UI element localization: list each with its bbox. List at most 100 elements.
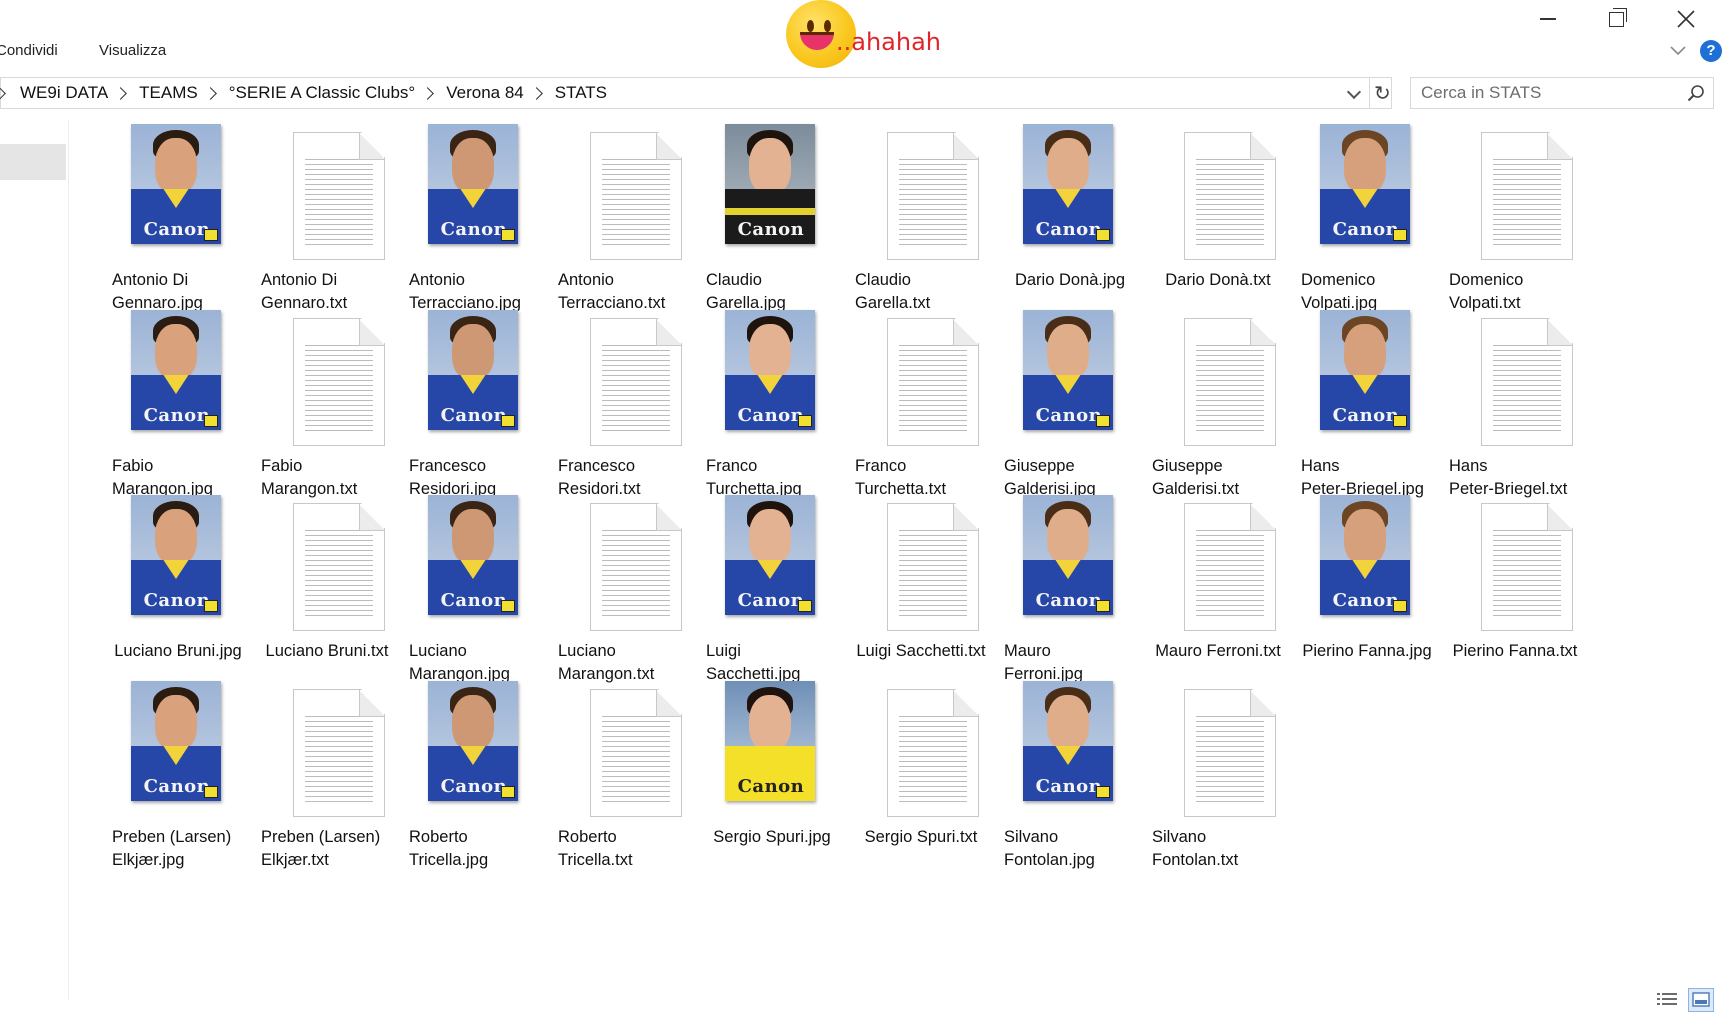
image-file-item[interactable]: Canon Francesco Residori.jpg xyxy=(393,310,557,512)
text-file-item[interactable]: Pierino Fanna.txt xyxy=(1433,499,1597,697)
text-file-item[interactable]: Luigi Sacchetti.txt xyxy=(839,499,1003,697)
chevron-right-icon[interactable] xyxy=(529,86,543,100)
chevron-right-icon[interactable] xyxy=(421,86,435,100)
chevron-down-icon[interactable] xyxy=(1668,40,1688,60)
image-file-item[interactable]: Canon Domenico Volpati.jpg xyxy=(1285,124,1449,326)
search-box[interactable] xyxy=(1410,77,1714,109)
file-thumbnail: Canon xyxy=(393,495,557,637)
breadcrumb-item[interactable]: TEAMS xyxy=(139,83,198,103)
file-name-line: Franco xyxy=(855,457,907,475)
help-icon[interactable]: ? xyxy=(1700,40,1722,62)
file-name-label: Claudio Garella.txt xyxy=(839,269,1003,315)
file-name-line: Luigi Sacchetti.txt xyxy=(856,642,986,660)
file-name-label: Antonio Terracciano.txt xyxy=(542,269,706,315)
file-thumbnail xyxy=(1136,499,1300,637)
image-file-item[interactable]: Canon Hans Peter-Briegel.jpg xyxy=(1285,310,1449,512)
text-document-icon xyxy=(590,689,682,817)
image-file-item[interactable]: Canon Giuseppe Galderisi.jpg xyxy=(988,310,1152,512)
address-bar[interactable]: WE9i DATA TEAMS °SERIE A Classic Clubs° … xyxy=(0,77,1392,109)
image-file-item[interactable]: Canon Pierino Fanna.jpg xyxy=(1285,495,1449,697)
close-button[interactable] xyxy=(1666,4,1706,34)
text-file-item[interactable]: Domenico Volpati.txt xyxy=(1433,128,1597,326)
tab-share[interactable]: Condividi xyxy=(0,42,58,59)
image-file-item[interactable]: Canon Antonio Terracciano.jpg xyxy=(393,124,557,326)
file-name-label: Antonio Terracciano.jpg xyxy=(393,269,557,315)
image-file-item[interactable]: Canon Dario Donà.jpg xyxy=(988,124,1152,326)
file-name-line: Silvano xyxy=(1004,828,1059,846)
chevron-right-icon[interactable] xyxy=(114,86,128,100)
file-thumbnail xyxy=(1433,128,1597,266)
nav-selected-item[interactable] xyxy=(0,144,66,180)
image-file-item[interactable]: Canon Preben (Larsen) Elkjær.jpg xyxy=(96,681,260,883)
image-file-item[interactable]: Canon Roberto Tricella.jpg xyxy=(393,681,557,883)
text-file-item[interactable]: Mauro Ferroni.txt xyxy=(1136,499,1300,697)
chevron-right-icon[interactable] xyxy=(203,86,217,100)
text-file-item[interactable]: Preben (Larsen) Elkjær.txt xyxy=(245,685,409,883)
tab-view[interactable]: Visualizza xyxy=(99,42,166,59)
text-file-item[interactable]: Antonio Terracciano.txt xyxy=(542,128,706,326)
minimize-button[interactable] xyxy=(1528,4,1568,34)
file-thumbnail: Canon xyxy=(690,495,854,637)
file-name-label: Dario Donà.jpg xyxy=(988,269,1152,292)
image-file-item[interactable]: Canon Luigi Sacchetti.jpg xyxy=(690,495,854,697)
text-file-item[interactable]: Luciano Marangon.txt xyxy=(542,499,706,697)
file-name-label: Pierino Fanna.txt xyxy=(1433,640,1597,663)
file-name-line: Tricella.txt xyxy=(558,851,633,869)
chevron-right-icon[interactable] xyxy=(0,86,6,100)
restore-icon xyxy=(1608,7,1627,27)
file-thumbnail xyxy=(1136,128,1300,266)
image-file-item[interactable]: Canon Silvano Fontolan.jpg xyxy=(988,681,1152,883)
text-file-item[interactable]: Silvano Fontolan.txt xyxy=(1136,685,1300,883)
text-file-item[interactable]: Sergio Spuri.txt xyxy=(839,685,1003,883)
image-file-item[interactable]: Canon Antonio Di Gennaro.jpg xyxy=(96,124,260,326)
file-name-line: Marangon.txt xyxy=(558,665,655,683)
image-file-item[interactable]: Canon Sergio Spuri.jpg xyxy=(690,681,854,883)
file-name-line: Mauro xyxy=(1004,642,1051,660)
text-file-item[interactable]: Franco Turchetta.txt xyxy=(839,314,1003,512)
player-photo-icon: Canon xyxy=(428,681,518,801)
text-file-item[interactable]: Roberto Tricella.txt xyxy=(542,685,706,883)
image-file-item[interactable]: Canon Fabio Marangon.jpg xyxy=(96,310,260,512)
image-file-item[interactable]: Canon Luciano Marangon.jpg xyxy=(393,495,557,697)
text-document-icon xyxy=(887,132,979,260)
text-file-item[interactable]: Antonio Di Gennaro.txt xyxy=(245,128,409,326)
text-file-item[interactable]: Hans Peter-Briegel.txt xyxy=(1433,314,1597,512)
file-thumbnail xyxy=(245,499,409,637)
image-file-item[interactable]: Canon Luciano Bruni.jpg xyxy=(96,495,260,697)
restore-button[interactable] xyxy=(1596,4,1636,34)
image-file-item[interactable]: Canon Claudio Garella.jpg xyxy=(690,124,854,326)
file-name-line: Claudio xyxy=(706,271,762,289)
navigation-pane[interactable] xyxy=(0,120,69,1000)
file-name-line: Fabio xyxy=(112,457,154,475)
text-file-item[interactable]: Luciano Bruni.txt xyxy=(245,499,409,697)
file-thumbnail: Canon xyxy=(690,310,854,452)
file-grid[interactable]: Canon Antonio Di Gennaro.jpg Antonio Di Genn… xyxy=(96,124,1716,958)
text-document-icon xyxy=(590,132,682,260)
file-name-line: Fontolan.txt xyxy=(1152,851,1239,869)
file-thumbnail xyxy=(245,128,409,266)
text-file-item[interactable]: Claudio Garella.txt xyxy=(839,128,1003,326)
text-file-item[interactable]: Francesco Residori.txt xyxy=(542,314,706,512)
file-name-label: Sergio Spuri.txt xyxy=(839,826,1003,849)
text-file-item[interactable]: Fabio Marangon.txt xyxy=(245,314,409,512)
breadcrumb-item[interactable]: °SERIE A Classic Clubs° xyxy=(229,83,416,103)
player-photo-icon: Canon xyxy=(1023,310,1113,430)
breadcrumb-item[interactable]: WE9i DATA xyxy=(20,83,108,103)
file-name-line: Giuseppe xyxy=(1152,457,1223,475)
file-thumbnail: Canon xyxy=(1285,124,1449,266)
breadcrumb-item[interactable]: STATS xyxy=(555,83,607,103)
text-file-item[interactable]: Dario Donà.txt xyxy=(1136,128,1300,326)
details-view-icon[interactable] xyxy=(1656,990,1678,1010)
file-thumbnail: Canon xyxy=(690,124,854,266)
file-name-line: Marangon.txt xyxy=(261,480,358,498)
large-icons-view-icon[interactable] xyxy=(1688,988,1714,1012)
image-file-item[interactable]: Canon Mauro Ferroni.jpg xyxy=(988,495,1152,697)
text-file-item[interactable]: Giuseppe Galderisi.txt xyxy=(1136,314,1300,512)
search-icon[interactable] xyxy=(1687,84,1705,102)
search-input[interactable] xyxy=(1421,83,1671,103)
image-file-item[interactable]: Canon Franco Turchetta.jpg xyxy=(690,310,854,512)
player-photo-icon: Canon xyxy=(131,681,221,801)
ribbon: Condividi Visualizza ..ahahah ? xyxy=(0,0,1725,68)
breadcrumb-item[interactable]: Verona 84 xyxy=(446,83,524,103)
address-history-dropdown-icon[interactable] xyxy=(1346,84,1362,100)
